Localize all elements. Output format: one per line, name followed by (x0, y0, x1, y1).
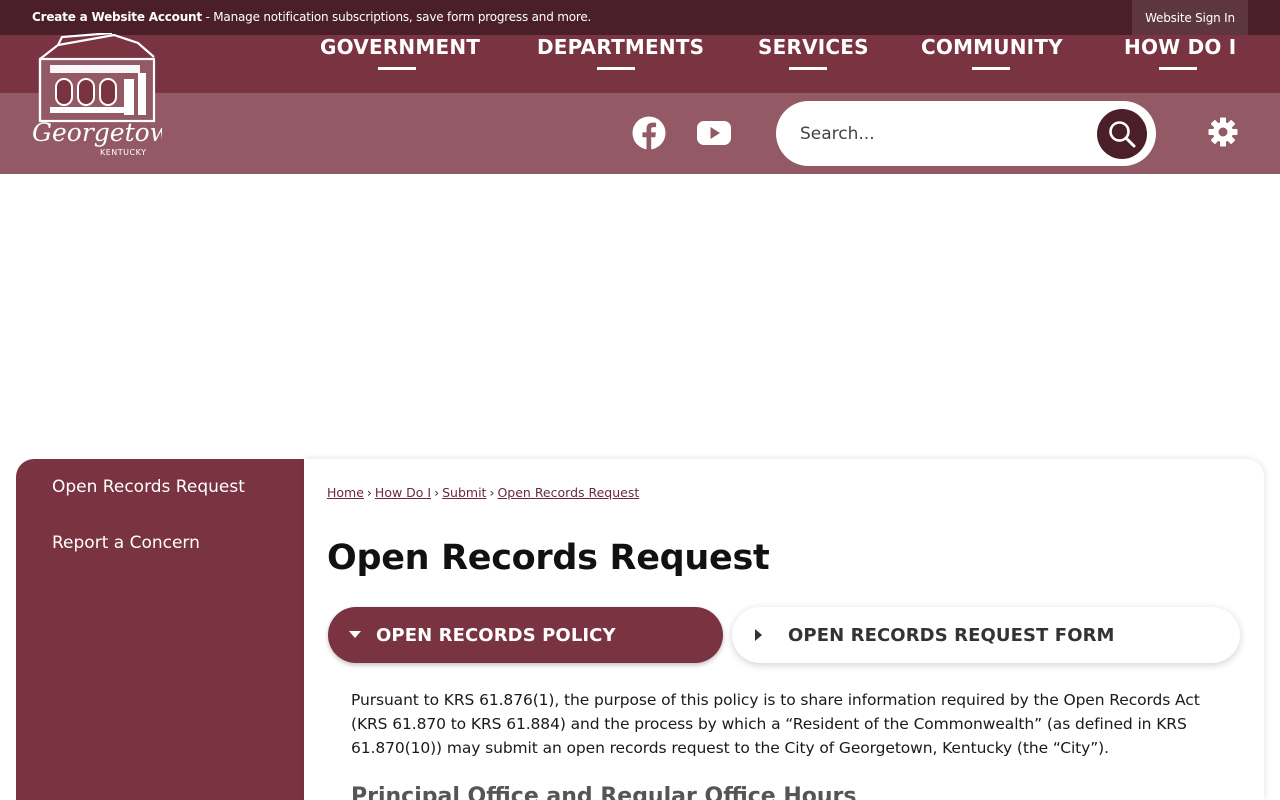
website-sign-in-button[interactable]: Website Sign In (1132, 0, 1248, 35)
sidebar-item-open-records-request[interactable]: Open Records Request (52, 477, 245, 497)
nav-underline (972, 67, 1010, 70)
sidebar-item-report-a-concern[interactable]: Report a Concern (52, 533, 200, 553)
breadcrumb-separator: › (366, 485, 372, 500)
section-heading: Principal Office and Regular Office Hour… (351, 784, 857, 800)
tab-open-records-policy[interactable]: OPEN RECORDS POLICY (328, 607, 723, 663)
nav-underline (789, 67, 827, 70)
caret-right-icon (752, 628, 766, 642)
nav-label: COMMUNITY (921, 35, 1063, 59)
svg-text:Georgetown: Georgetown (32, 118, 162, 147)
svg-text:KENTUCKY: KENTUCKY (100, 148, 146, 157)
main-nav: GOVERNMENT DEPARTMENTS SERVICES COMMUNIT… (304, 35, 1248, 93)
breadcrumb-submit[interactable]: Submit (442, 485, 486, 500)
nav-underline (1159, 67, 1197, 70)
nav-label: GOVERNMENT (320, 35, 481, 59)
facebook-icon[interactable] (631, 115, 667, 151)
breadcrumb: Home › How Do I › Submit › Open Records Reques… (327, 485, 639, 500)
policy-paragraph: Pursuant to KRS 61.876(1), the purpose o… (351, 691, 1200, 757)
tab-label: OPEN RECORDS POLICY (376, 624, 616, 646)
search-box (776, 101, 1156, 166)
search-icon (1109, 121, 1136, 148)
utility-bar: Create a Website Account - Manage notifi… (0, 0, 1280, 35)
account-message: Create a Website Account - Manage notifi… (32, 10, 591, 24)
search-button[interactable] (1097, 109, 1147, 159)
breadcrumb-home[interactable]: Home (327, 485, 364, 500)
caret-down-icon (348, 628, 362, 642)
nav-underline (378, 67, 416, 70)
nav-underline (597, 67, 635, 70)
georgetown-logo[interactable]: Georgetown KENTUCKY (28, 31, 187, 159)
breadcrumb-separator: › (434, 485, 440, 500)
youtube-icon[interactable] (696, 115, 732, 151)
account-message-text: - Manage notification subscriptions, sav… (201, 10, 592, 24)
breadcrumb-separator: › (489, 485, 495, 500)
gear-icon[interactable] (1207, 116, 1239, 148)
nav-label: SERVICES (758, 35, 869, 59)
page-title: Open Records Request (327, 538, 770, 578)
nav-label: DEPARTMENTS (537, 35, 705, 59)
nav-label: HOW DO I (1124, 35, 1237, 59)
sidebar: Open Records Request Report a Concern (16, 459, 304, 800)
tab-open-records-request-form[interactable]: OPEN RECORDS REQUEST FORM (732, 607, 1240, 663)
breadcrumb-open-records-request[interactable]: Open Records Request (497, 485, 639, 500)
search-input[interactable] (800, 119, 1100, 149)
tab-label: OPEN RECORDS REQUEST FORM (788, 624, 1115, 646)
create-account-link[interactable]: Create a Website Account (32, 10, 202, 24)
breadcrumb-how-do-i[interactable]: How Do I (375, 485, 431, 500)
